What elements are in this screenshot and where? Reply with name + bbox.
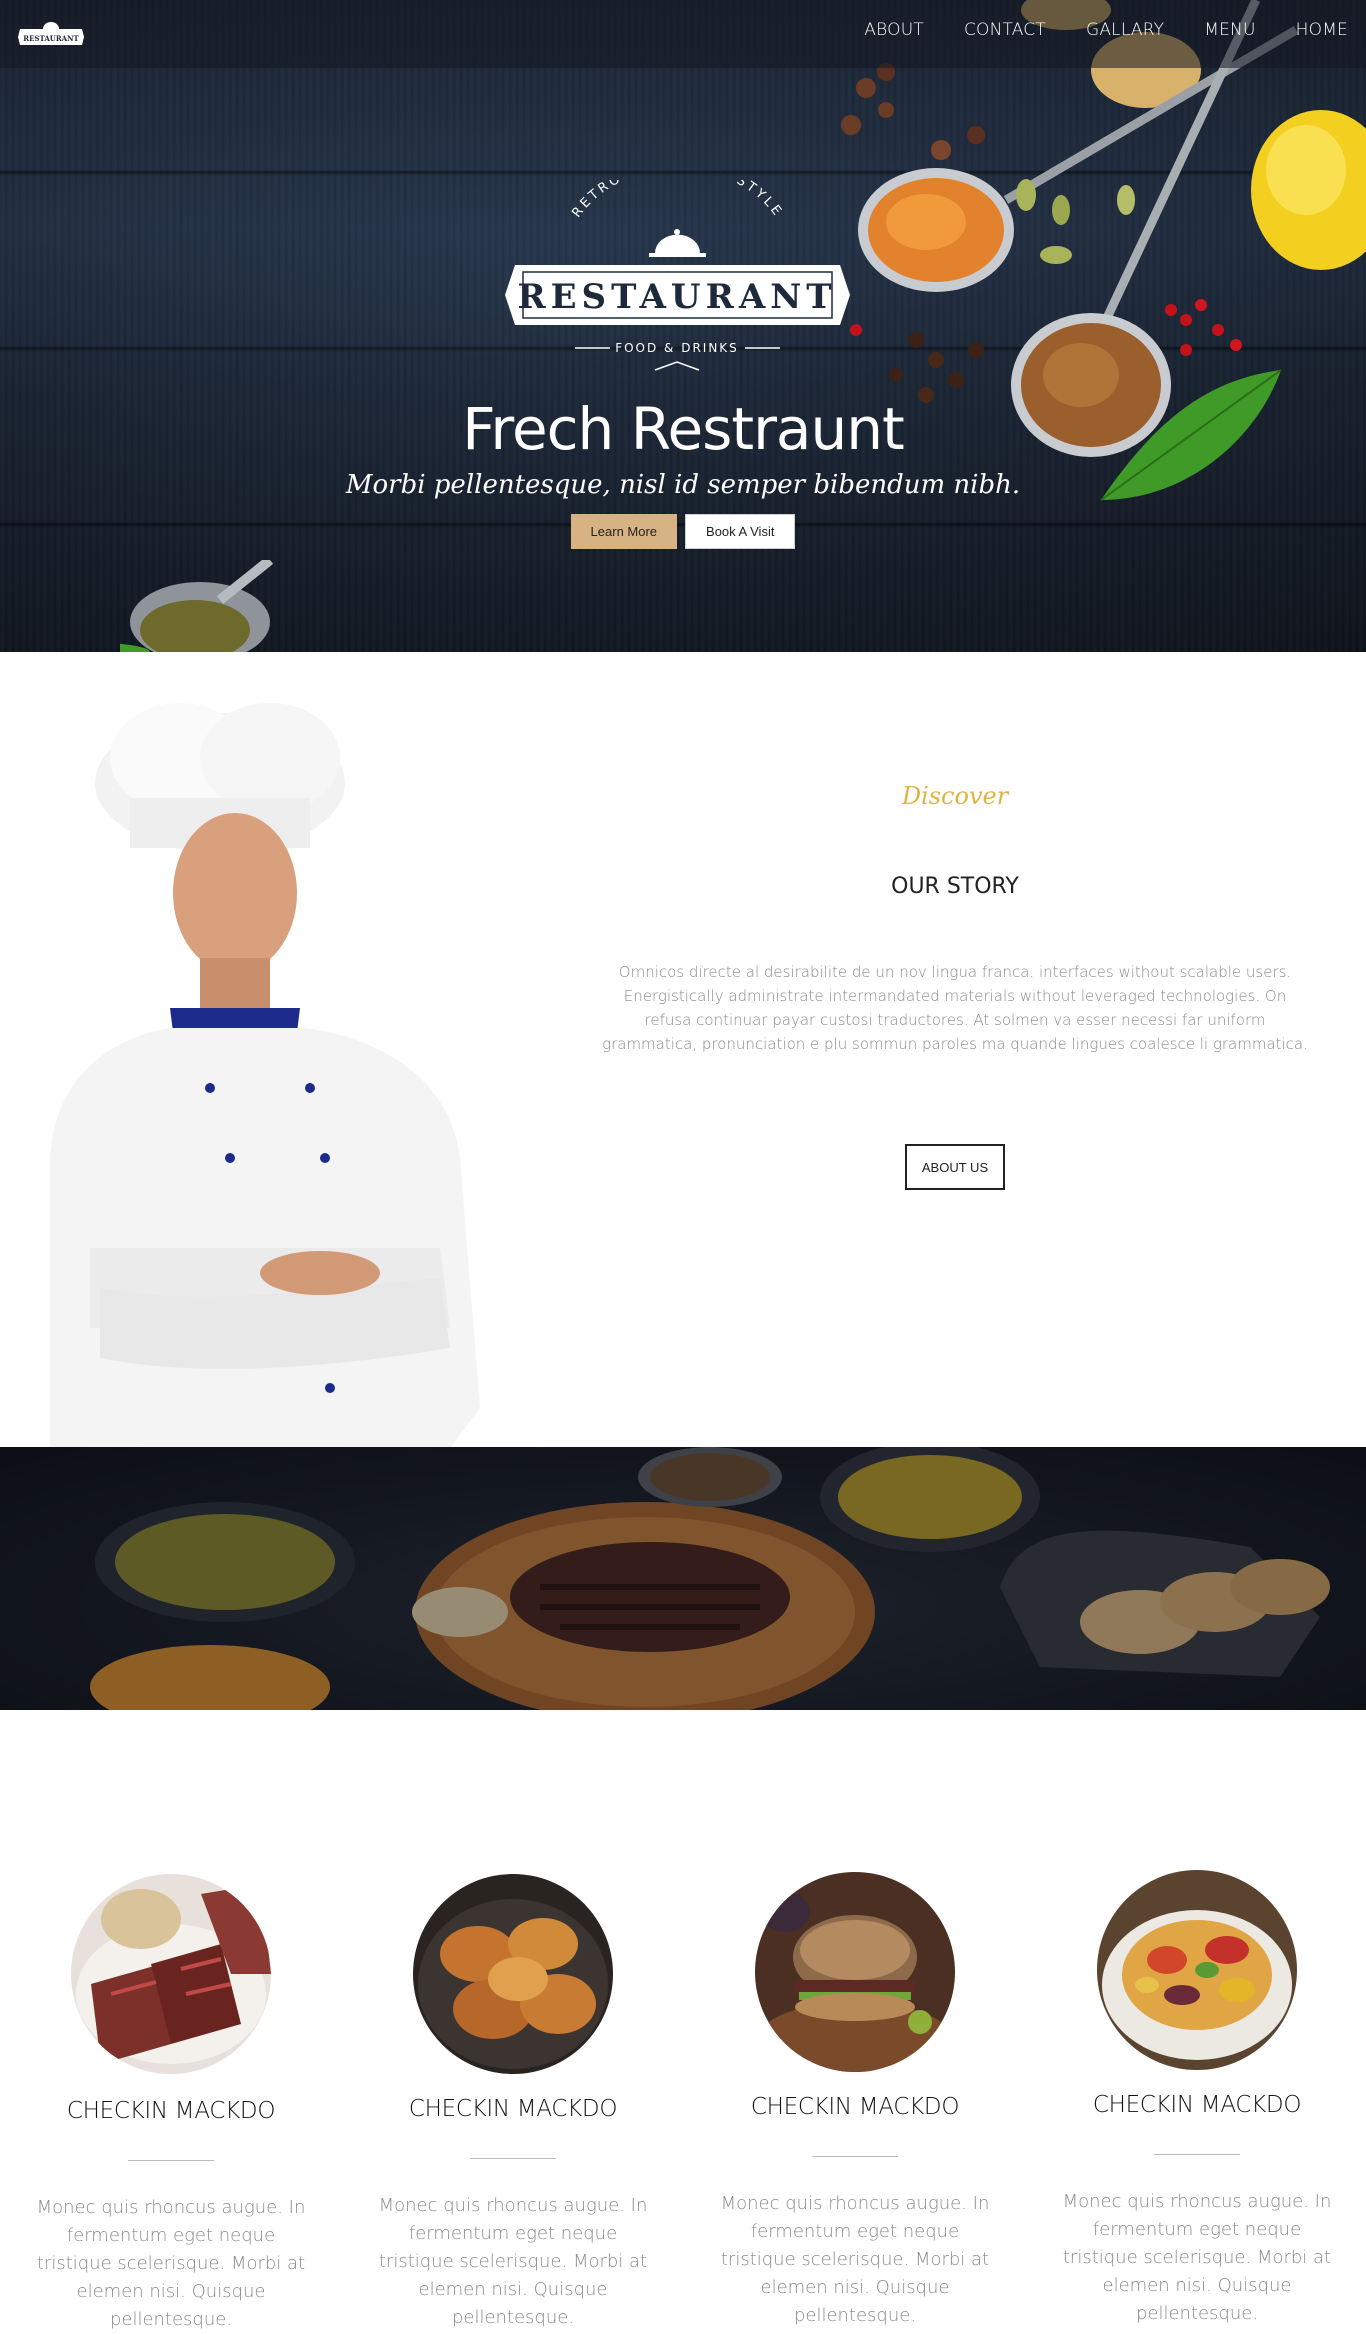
dish-description: Monec quis rhoncus augue. In fermentum e… xyxy=(720,2193,990,2326)
story-text: Omnicos directe al desirabilite de un no… xyxy=(602,963,1308,1053)
dish-image-salad[interactable] xyxy=(1097,1870,1297,2070)
nav-contact[interactable]: CONTACT xyxy=(944,20,1066,40)
dish-title: CHECKIN MACKDO xyxy=(408,2096,618,2122)
dishes-section: CHECKIN MACKDO Monec quis rhoncus augue.… xyxy=(0,1710,1366,2330)
hero-buttons: Learn More Book A Visit xyxy=(0,514,1366,549)
nav-links: ABOUT CONTACT GALLARY MENU HOME xyxy=(844,20,1348,40)
restaurant-emblem: RETRO AUTHENTIC STYLE RESTAURANT FOOD & … xyxy=(505,180,850,371)
dish-description: Monec quis rhoncus augue. In fermentum e… xyxy=(1062,2191,1332,2324)
dish-title: CHECKIN MACKDO xyxy=(66,2098,276,2124)
food-banner xyxy=(0,1447,1366,1710)
spoon-image xyxy=(120,560,274,652)
dish-description: Monec quis rhoncus augue. In fermentum e… xyxy=(378,2195,648,2328)
discover-label: Discover xyxy=(901,782,1009,810)
dish-image-burger[interactable] xyxy=(755,1872,955,2072)
story-title: OUR STORY xyxy=(891,874,1019,899)
svg-text:FOOD & DRINKS: FOOD & DRINKS xyxy=(615,341,739,355)
nav-home[interactable]: HOME xyxy=(1276,20,1348,40)
dish-title: CHECKIN MACKDO xyxy=(750,2094,960,2120)
about-us-button[interactable]: ABOUT US xyxy=(905,1144,1005,1190)
dish-image-chicken[interactable] xyxy=(413,1874,613,2074)
hero-title: Frech Restraunt xyxy=(462,395,904,463)
book-visit-button[interactable]: Book A Visit xyxy=(685,514,796,549)
nav-about[interactable]: ABOUT xyxy=(844,20,944,40)
top-navbar: RESTAURANT ABOUT CONTACT GALLARY MENU HO… xyxy=(0,0,1366,68)
dish-image-steak[interactable] xyxy=(71,1874,271,2074)
restaurant-logo[interactable]: RESTAURANT xyxy=(18,17,84,47)
food-banner-image xyxy=(0,1447,1366,1710)
our-story-section: Discover OUR STORY Omnicos directe al de… xyxy=(0,652,1366,1450)
nav-gallary[interactable]: GALLARY xyxy=(1066,20,1184,40)
hero-subtitle: Morbi pellentesque, nisl id semper biben… xyxy=(345,470,1021,500)
svg-text:RESTAURANT: RESTAURANT xyxy=(23,34,79,43)
nav-menu[interactable]: MENU xyxy=(1184,20,1275,40)
svg-text:RESTAURANT: RESTAURANT xyxy=(517,277,836,317)
learn-more-button[interactable]: Learn More xyxy=(570,514,678,549)
dish-title: CHECKIN MACKDO xyxy=(1092,2092,1302,2118)
hero-section: RETRO AUTHENTIC STYLE RESTAURANT FOOD & … xyxy=(0,0,1366,652)
dish-description: Monec quis rhoncus augue. In fermentum e… xyxy=(36,2197,306,2330)
chef-image xyxy=(50,703,480,1448)
svg-text:RETRO AUTHENTIC STYLE: RETRO AUTHENTIC STYLE xyxy=(569,180,785,221)
